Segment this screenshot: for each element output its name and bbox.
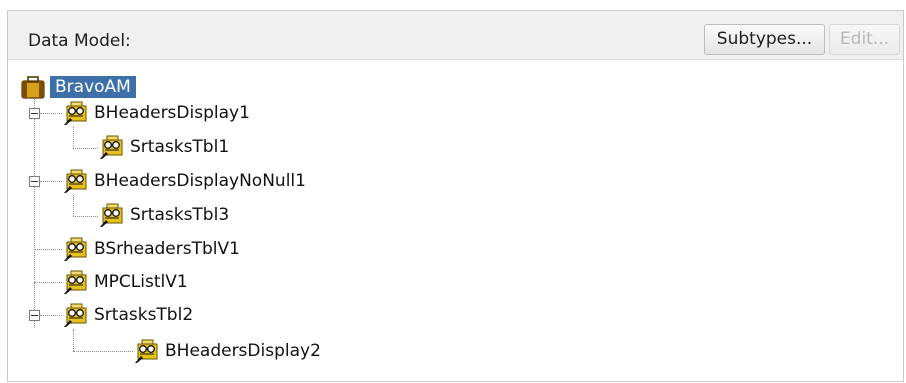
tree-connector [73, 195, 74, 216]
tree-node[interactable]: BHeadersDisplay2 [133, 336, 321, 366]
collapse-toggle-icon[interactable] [29, 176, 40, 187]
view-object-instance-icon [63, 237, 87, 262]
data-model-panel: Data Model: Subtypes... Edit... BravoAM … [7, 10, 904, 382]
data-model-tree[interactable]: BravoAM BHeadersDisplay1 SrtasksTbl1 BHe… [8, 59, 903, 381]
view-object-instance-icon [63, 101, 87, 126]
tree-connector [40, 181, 62, 182]
collapse-toggle-icon[interactable] [29, 310, 40, 321]
tree-node[interactable]: MPCListlV1 [62, 267, 188, 297]
tree-node[interactable]: SrtasksTbl3 [98, 200, 229, 230]
tree-node[interactable]: BHeadersDisplay1 [62, 98, 250, 128]
tree-node[interactable]: SrtasksTbl2 [62, 300, 193, 330]
tree-connector [40, 315, 62, 316]
tree-node-label: SrtasksTbl3 [130, 205, 230, 225]
view-object-instance-icon [63, 169, 87, 194]
tree-node[interactable]: SrtasksTbl1 [98, 132, 229, 162]
edit-button[interactable]: Edit... [829, 24, 900, 55]
tree-connector [40, 113, 62, 114]
tree-connector [34, 249, 62, 250]
tree-node[interactable]: BHeadersDisplayNoNull1 [62, 166, 306, 196]
view-object-instance-icon [63, 270, 87, 295]
tree-node-label: BHeadersDisplay2 [165, 341, 321, 361]
view-object-instance-icon [134, 339, 158, 364]
view-object-instance-icon [99, 203, 123, 228]
tree-connector [73, 351, 133, 352]
collapse-toggle-icon[interactable] [29, 108, 40, 119]
data-model-title: Data Model: [28, 31, 131, 51]
tree-node-label: SrtasksTbl1 [130, 137, 230, 157]
tree-node-label: SrtasksTbl2 [94, 305, 194, 325]
tree-connector [73, 127, 74, 148]
tree-node-label: BravoAM [50, 76, 136, 98]
view-object-instance-icon [99, 135, 123, 160]
tree-node[interactable]: BSrheadersTblV1 [62, 234, 240, 264]
tree-connector [73, 148, 98, 149]
tree-node-label: BHeadersDisplay1 [94, 103, 250, 123]
application-module-icon [21, 76, 45, 99]
subtypes-button[interactable]: Subtypes... [704, 24, 825, 55]
tree-connector [34, 282, 62, 283]
view-object-instance-icon [63, 303, 87, 328]
tree-connector [34, 98, 35, 328]
tree-node-label: BHeadersDisplayNoNull1 [94, 171, 306, 191]
tree-connector [73, 329, 74, 351]
tree-node-label: BSrheadersTblV1 [94, 239, 240, 259]
tree-node-label: MPCListlV1 [94, 272, 188, 292]
tree-connector [73, 216, 98, 217]
panel-header: Data Model: Subtypes... Edit... [8, 11, 903, 60]
